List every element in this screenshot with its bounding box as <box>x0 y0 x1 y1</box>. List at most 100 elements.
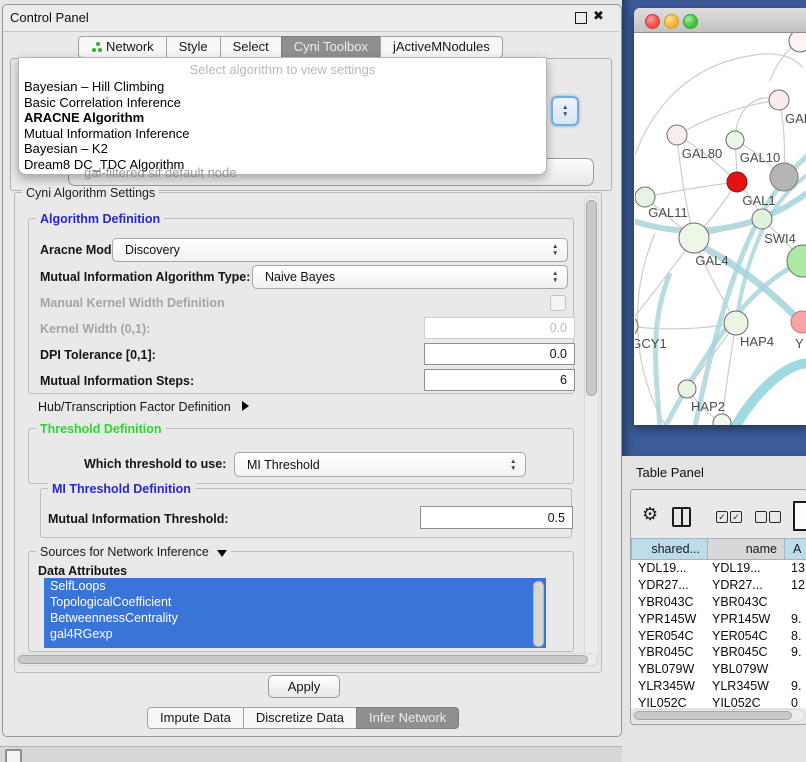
network-node[interactable] <box>787 245 806 277</box>
deselect-check-icon[interactable] <box>769 511 781 523</box>
algorithm-option[interactable]: Bayesian – Hill Climbing <box>24 79 541 95</box>
manual-kernel-checkbox[interactable] <box>550 295 566 311</box>
select-all-check-icon[interactable] <box>716 511 728 523</box>
network-node-gal80[interactable] <box>667 125 687 145</box>
table-row[interactable]: YDR27...YDR27...12 <box>631 577 806 594</box>
table-row[interactable]: YBR045CYBR045C9. <box>631 644 806 661</box>
tab-discretize-data[interactable]: Discretize Data <box>243 707 357 729</box>
network-node[interactable] <box>713 414 731 425</box>
tab-jactivemnodules[interactable]: jActiveMNodules <box>380 36 503 58</box>
tab-network[interactable]: Network <box>78 36 167 58</box>
deselect-check-icon[interactable] <box>755 511 767 523</box>
mi-threshold-field[interactable]: 0.5 <box>420 506 573 529</box>
column-header-name[interactable]: name <box>707 538 785 560</box>
float-panel-icon[interactable] <box>575 12 587 24</box>
column-header-clipped[interactable]: A <box>784 538 806 560</box>
table-cell: YLR345W <box>708 679 785 693</box>
data-attributes-list[interactable]: SelfLoopsTopologicalCoefficientBetweenne… <box>44 578 546 648</box>
table-row[interactable]: YBR043CYBR043C <box>631 594 806 611</box>
minimize-traffic-light-icon[interactable] <box>664 14 679 29</box>
aracne-mode-combobox[interactable]: Discovery <box>112 238 568 262</box>
apply-button[interactable]: Apply <box>268 675 340 698</box>
settings-hscrollbar-thumb[interactable] <box>18 655 588 664</box>
sources-toggle[interactable]: Sources for Network Inference <box>36 545 231 559</box>
table-row[interactable]: YER054CYER054C8. <box>631 627 806 644</box>
which-threshold-combobox[interactable]: MI Threshold <box>234 452 526 477</box>
algorithm-option[interactable]: Basic Correlation Inference <box>24 95 541 111</box>
network-node-hap2[interactable] <box>678 380 696 398</box>
network-icon <box>91 42 102 53</box>
table-panel-title: Table Panel <box>636 465 704 480</box>
bottom-tabbar: Impute DataDiscretize DataInfer Network <box>147 707 459 729</box>
node-label: GAL <box>785 111 806 126</box>
table-row[interactable]: YIL052CYIL052C0 <box>631 694 806 708</box>
close-traffic-light-icon[interactable] <box>645 14 660 29</box>
hub-definition-toggle[interactable]: Hub/Transcription Factor Definition <box>38 400 249 414</box>
table-cell: YDR27... <box>631 578 708 592</box>
attribute-list-item[interactable]: TopologicalCoefficient <box>44 594 546 610</box>
network-node[interactable] <box>789 33 806 52</box>
aracne-mode-label: Aracne Mode: <box>40 243 123 257</box>
stepper-arrows-icon <box>562 104 570 118</box>
kernel-width-field[interactable]: 0.0 <box>424 317 575 339</box>
hub-definition-label: Hub/Transcription Factor Definition <box>38 400 231 414</box>
network-node-gal10[interactable] <box>726 131 744 149</box>
close-icon[interactable] <box>593 8 607 24</box>
table-hscrollbar-thumb[interactable] <box>634 711 792 720</box>
attribute-list-item[interactable]: gal4RGexp <box>44 626 546 642</box>
algorithm-dropdown: Select algorithm to view settings Bayesi… <box>18 57 547 175</box>
tab-impute-data[interactable]: Impute Data <box>147 707 244 729</box>
mi-steps-field[interactable]: 6 <box>424 369 575 391</box>
list-scrollbar-thumb[interactable] <box>533 581 544 647</box>
network-node-gal11[interactable] <box>635 187 655 207</box>
algorithm-option[interactable]: Mutual Information Inference <box>24 126 541 142</box>
network-node-gal1[interactable] <box>727 172 747 192</box>
dpi-tolerance-field[interactable]: 0.0 <box>424 343 575 365</box>
page-icon[interactable] <box>793 501 806 531</box>
table-cell: YDL19... <box>708 561 785 575</box>
table-body: YDL19...YDL19...13YDR27...YDR27...12YBR0… <box>631 560 806 708</box>
tab-cyni-toolbox[interactable]: Cyni Toolbox <box>281 36 381 58</box>
network-node-hap4[interactable] <box>724 311 748 335</box>
table-cell: 9. <box>785 612 806 626</box>
table-row[interactable]: YBL079WYBL079W <box>631 661 806 678</box>
tab-select[interactable]: Select <box>220 36 282 58</box>
minimized-panel-icon[interactable] <box>5 749 22 762</box>
table-row[interactable]: YLR345WYLR345W9. <box>631 678 806 695</box>
table-cell: 13 <box>785 561 806 575</box>
mi-type-combobox[interactable]: Naive Bayes <box>252 265 568 289</box>
algorithm-combobox-button[interactable] <box>551 96 579 126</box>
tab-style[interactable]: Style <box>166 36 221 58</box>
algorithm-option[interactable]: ARACNE Algorithm <box>24 110 541 126</box>
split-view-icon[interactable] <box>672 507 691 527</box>
algorithm-option[interactable]: Bayesian – K2 <box>24 141 541 157</box>
network-node-swi4[interactable] <box>752 209 772 229</box>
attribute-list-item[interactable]: SelfLoops <box>44 578 546 594</box>
table-cell: 12 <box>785 578 806 592</box>
control-panel-tabbar: NetworkStyleSelectCyni ToolboxjActiveMNo… <box>78 36 503 58</box>
table-row[interactable]: YDL19...YDL19...13 <box>631 560 806 577</box>
node-label: GCY1 <box>635 336 667 351</box>
table-cell: YBR045C <box>708 645 785 659</box>
column-header-shared-name[interactable]: shared... <box>631 538 708 560</box>
network-node-gal[interactable] <box>769 90 789 110</box>
table-settings-gear-icon[interactable] <box>642 504 658 525</box>
select-all-check-icon[interactable] <box>730 511 742 523</box>
table-cell: YBL079W <box>708 662 785 676</box>
settings-scrollbar-thumb[interactable] <box>586 200 597 396</box>
table-row[interactable]: YPR145WYPR145W9. <box>631 610 806 627</box>
node-label: HAP4 <box>740 334 774 349</box>
network-node-gal4[interactable] <box>679 223 709 253</box>
node-label: GAL4 <box>695 253 728 268</box>
table-cell: 0 <box>785 696 806 708</box>
table-cell: YBR043C <box>631 595 708 609</box>
algorithm-definition-title: Algorithm Definition <box>36 212 164 226</box>
zoom-traffic-light-icon[interactable] <box>683 14 698 29</box>
node-label: GAL80 <box>682 146 722 161</box>
tab-infer-network[interactable]: Infer Network <box>356 707 459 729</box>
network-canvas[interactable]: GALGAL80GAL10GAL1GAL11SWI4GAL4GCY1HAP4YH… <box>635 33 806 425</box>
attribute-list-item[interactable]: BetweennessCentrality <box>44 610 546 626</box>
network-node[interactable] <box>770 163 798 191</box>
mi-type-label: Mutual Information Algorithm Type: <box>40 270 250 284</box>
table-cell: YDR27... <box>708 578 785 592</box>
